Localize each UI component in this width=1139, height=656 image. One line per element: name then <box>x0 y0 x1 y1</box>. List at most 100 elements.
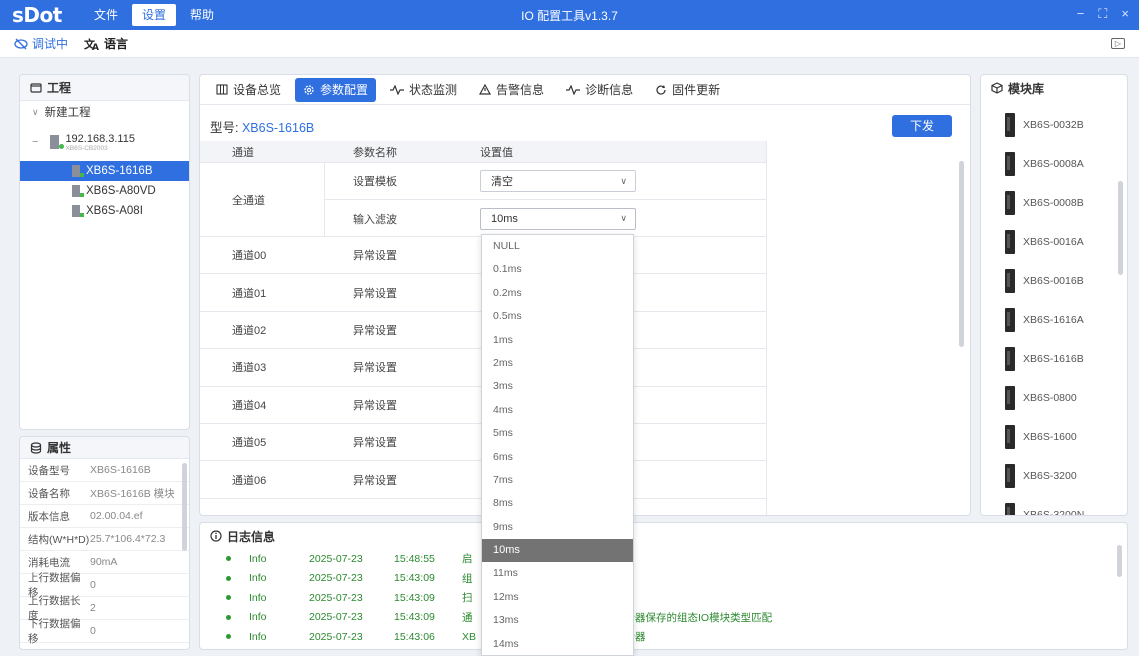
attributes-scrollbar[interactable] <box>182 463 187 551</box>
log-level: Info <box>249 552 267 565</box>
grid-icon <box>216 84 228 95</box>
log-level: Info <box>249 611 267 624</box>
attribute-value: 0 <box>90 579 96 591</box>
tab-overview[interactable]: 设备总览 <box>208 78 289 102</box>
tree-module-2[interactable]: XB6S-A08I <box>20 201 189 221</box>
filter-option[interactable]: 6ms <box>482 446 633 469</box>
filter-option[interactable]: NULL <box>482 235 633 258</box>
tree-coupler[interactable]: − 192.168.3.115 XB6S-CB2003 <box>20 123 189 161</box>
template-select[interactable]: 清空 ∨ <box>480 170 636 192</box>
filter-option[interactable]: 0.2ms <box>482 282 633 305</box>
filter-option[interactable]: 4ms <box>482 399 633 422</box>
module-library-label: XB6S-0008B <box>1023 196 1084 209</box>
attribute-value: 0 <box>90 625 96 637</box>
project-panel: 工程 ∨ 新建工程 − 192.168.3.115 XB6S-CB2003 XB… <box>19 74 190 430</box>
filter-options: NULL 0.1ms 0.2ms 0.5ms 1ms 2ms 3ms 4ms 5ms 6ms 7ms… <box>482 235 633 655</box>
module-library-item[interactable]: XB6S-1616B <box>981 339 1127 378</box>
chevron-down-icon: ∨ <box>620 175 627 186</box>
tree-module-0[interactable]: XB6S-1616B <box>20 161 189 181</box>
log-date: 2025-07-23 <box>309 630 363 643</box>
tab-firmware[interactable]: 固件更新 <box>647 78 728 102</box>
filter-option[interactable]: 13ms <box>482 609 633 632</box>
attribute-row: 结构(W*H*D) 25.7*106.4*72.3 <box>20 528 189 551</box>
module-library-item[interactable]: XB6S-0800 <box>981 378 1127 417</box>
filter-option[interactable]: 14ms <box>482 633 633 655</box>
folder-icon <box>30 83 42 93</box>
status-dot-icon <box>226 595 231 601</box>
tree-root[interactable]: ∨ 新建工程 <box>20 101 189 123</box>
module-library-item[interactable]: XB6S-0008B <box>981 183 1127 222</box>
attributes-panel: 属性 设备型号 XB6S-1616B 设备名称 XB6S-1616B 模块 版本信息 02… <box>19 436 190 650</box>
attribute-key: 设备型号 <box>28 464 70 477</box>
module-library-header: 模块库 <box>981 75 1127 101</box>
log-time: 15:43:09 <box>394 591 435 604</box>
module-library-item[interactable]: XB6S-1600 <box>981 417 1127 456</box>
channel-label: 通道05 <box>232 437 267 450</box>
tree-module-label: XB6S-1616B <box>86 165 153 177</box>
log-panel: 日志信息 Info 2025-07-23 15:48:55 启 Info 202… <box>199 522 1128 650</box>
module-library-label: XB6S-0016A <box>1023 235 1084 248</box>
menu-file[interactable]: 文件 <box>84 4 128 26</box>
log-scrollbar[interactable] <box>1117 545 1122 577</box>
language-button[interactable]: 文A 语言 <box>84 35 128 52</box>
filter-option[interactable]: 1ms <box>482 329 633 352</box>
chevron-down-icon: ∨ <box>32 106 39 117</box>
tab-alarms[interactable]: 告警信息 <box>471 78 552 102</box>
module-library-item[interactable]: XB6S-3200 <box>981 456 1127 495</box>
pulse-icon <box>390 84 405 95</box>
tree-module-1[interactable]: XB6S-A80VD <box>20 181 189 201</box>
module-library-item[interactable]: XB6S-0032B <box>981 105 1127 144</box>
panel-toggle-icon[interactable]: ▷ <box>1111 38 1125 49</box>
chevron-down-icon: ∨ <box>620 213 627 223</box>
log-date: 2025-07-23 <box>309 552 363 565</box>
filter-option[interactable]: 10ms <box>482 539 633 563</box>
module-scrollbar[interactable] <box>1118 181 1123 275</box>
filter-option[interactable]: 3ms <box>482 375 633 398</box>
channel-param: 异常设置 <box>353 324 397 337</box>
filter-option[interactable]: 7ms <box>482 469 633 492</box>
project-tree: ∨ 新建工程 − 192.168.3.115 XB6S-CB2003 XB6S-… <box>20 101 189 221</box>
module-library-label: XB6S-0800 <box>1023 391 1077 404</box>
tab-diagnostics[interactable]: 诊断信息 <box>558 78 641 102</box>
log-time: 15:43:09 <box>394 572 435 585</box>
filter-option[interactable]: 11ms <box>482 562 633 585</box>
attribute-key: 结构(W*H*D) <box>28 533 90 546</box>
filter-select[interactable]: 10ms ∨ <box>480 207 636 230</box>
filter-option[interactable]: 8ms <box>482 492 633 515</box>
log-date: 2025-07-23 <box>309 591 363 604</box>
module-icon <box>72 205 84 217</box>
filter-option[interactable]: 0.1ms <box>482 258 633 281</box>
debug-label: 调试中 <box>32 37 69 51</box>
filter-dropdown: NULL 0.1ms 0.2ms 0.5ms 1ms 2ms 3ms 4ms 5ms 6ms 7ms… <box>481 234 634 656</box>
app-logo: sDot <box>12 3 62 27</box>
module-library-item[interactable]: XB6S-0016B <box>981 261 1127 300</box>
channel-label: 通道01 <box>232 287 267 300</box>
module-library-item[interactable]: XB6S-1616A <box>981 300 1127 339</box>
minimize-icon[interactable]: − <box>1077 6 1085 22</box>
menu-settings[interactable]: 设置 <box>132 4 177 26</box>
filter-option[interactable]: 9ms <box>482 516 633 539</box>
attribute-row: 设备名称 XB6S-1616B 模块 <box>20 482 189 505</box>
attribute-value: 90mA <box>90 556 118 568</box>
tab-monitor[interactable]: 状态监测 <box>382 78 465 102</box>
debug-button[interactable]: 调试中 <box>14 35 68 52</box>
config-scrollbar[interactable] <box>959 161 964 347</box>
module-library-item[interactable]: XB6S-0008A <box>981 144 1127 183</box>
status-dot-icon <box>226 614 231 620</box>
attributes-table: 设备型号 XB6S-1616B 设备名称 XB6S-1616B 模块 版本信息 02.00… <box>20 459 189 645</box>
project-title: 工程 <box>47 81 72 95</box>
send-button[interactable]: 下发 <box>892 115 952 137</box>
refresh-icon <box>656 84 666 95</box>
tab-params[interactable]: 参数配置 <box>295 77 377 102</box>
maximize-icon[interactable]: ⛶ <box>1098 6 1107 22</box>
filter-option[interactable]: 12ms <box>482 586 633 609</box>
menu-help[interactable]: 帮助 <box>180 4 224 26</box>
module-library-item[interactable]: XB6S-0016A <box>981 222 1127 261</box>
filter-option[interactable]: 2ms <box>482 352 633 375</box>
filter-option[interactable]: 5ms <box>482 422 633 445</box>
log-row: Info 2025-07-23 15:48:55 启 <box>200 549 1127 569</box>
tab-label: 告警信息 <box>496 83 545 97</box>
close-icon[interactable]: × <box>1121 6 1129 22</box>
module-library-item[interactable]: XB6S-3200N <box>981 495 1127 515</box>
filter-option[interactable]: 0.5ms <box>482 305 633 328</box>
